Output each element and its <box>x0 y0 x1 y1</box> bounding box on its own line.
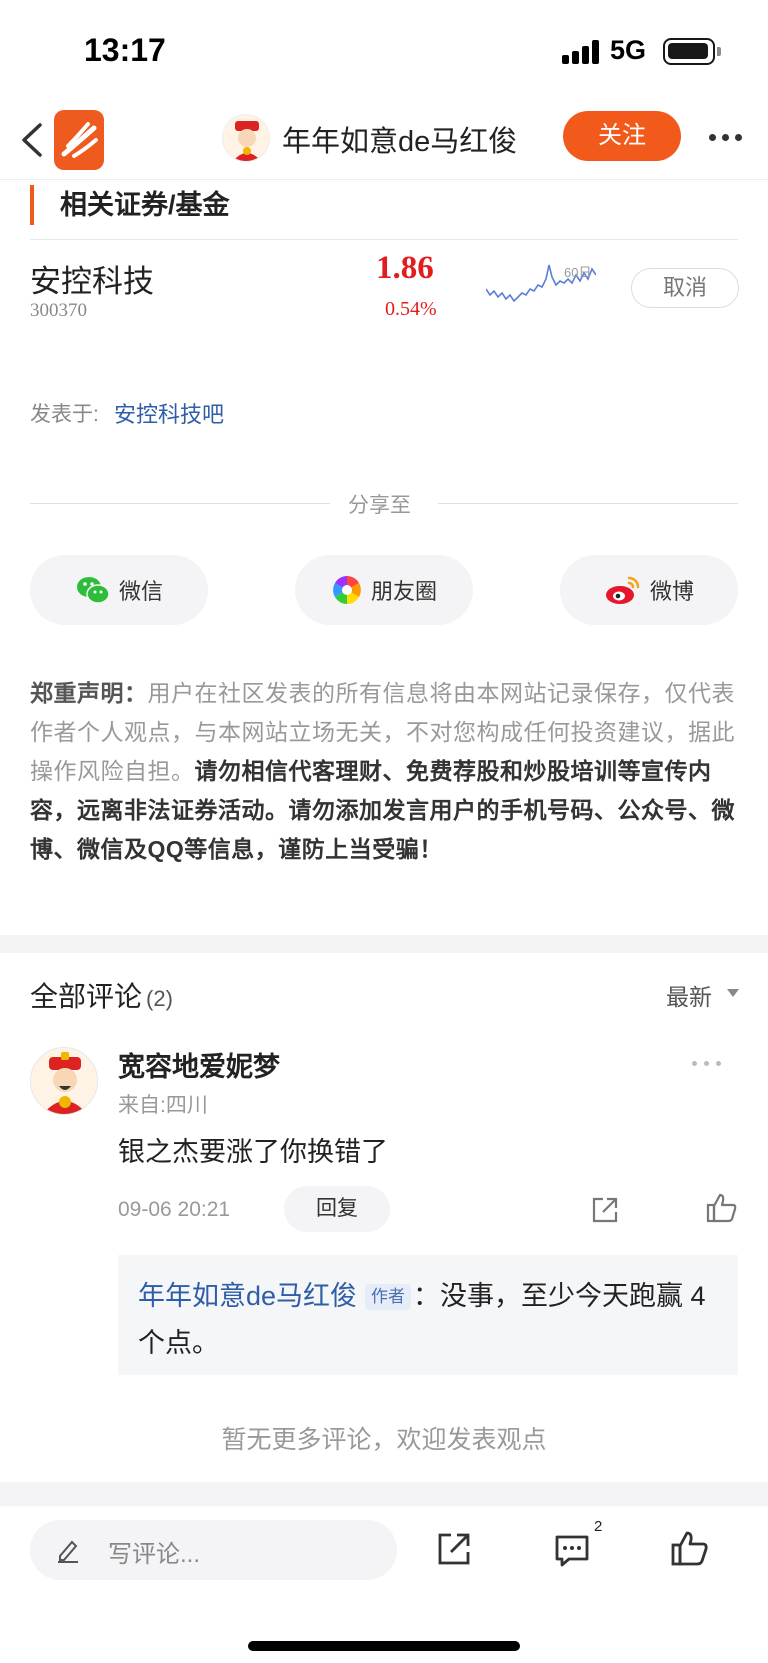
stock-code: 300370 <box>30 300 87 321</box>
nav-bar: 年年如意de马红俊 关注 <box>0 100 768 180</box>
forum-link[interactable]: 安控科技吧 <box>114 397 224 429</box>
comments-title-label: 全部评论 <box>30 981 143 1012</box>
comment-placeholder: 写评论... <box>108 1541 201 1568</box>
share-wechat-label: 微信 <box>118 579 163 604</box>
share-weibo-button[interactable]: 微博 <box>560 555 738 625</box>
sort-dropdown[interactable]: 最新 <box>666 978 712 1012</box>
section-separator <box>0 1482 768 1506</box>
divider <box>30 239 738 240</box>
author-reply: 年年如意de马红俊 作者 ：没事，至少今天跑赢 4 个点。 <box>118 1255 738 1375</box>
divider <box>30 503 330 504</box>
comment-more-icon[interactable] <box>692 1061 726 1067</box>
comments-count: (2) <box>146 986 173 1011</box>
status-bar: 13:17 5G <box>0 0 768 100</box>
commenter-name[interactable]: 宽容地爱妮梦 <box>118 1045 280 1084</box>
comment-input[interactable]: 写评论... <box>30 1520 397 1580</box>
reply-author-name[interactable]: 年年如意de马红俊 <box>138 1281 357 1311</box>
share-moments-button[interactable]: 朋友圈 <box>295 555 473 625</box>
stock-name[interactable]: 安控科技 <box>30 256 154 301</box>
battery-icon <box>663 38 721 65</box>
posted-label: 发表于: <box>30 403 99 426</box>
reply-separator: ： <box>413 1281 441 1311</box>
back-icon[interactable] <box>18 117 48 163</box>
thumbs-up-icon[interactable] <box>670 1528 710 1568</box>
home-indicator <box>248 1641 520 1651</box>
signal-icon <box>562 40 600 64</box>
cancel-follow-button[interactable]: 取消 <box>631 268 739 308</box>
comments-title: 全部评论 (2) <box>30 975 173 1015</box>
status-time: 13:17 <box>84 32 166 68</box>
share-title: 分享至 <box>348 494 411 517</box>
share-icon[interactable] <box>589 1194 621 1226</box>
pencil-icon <box>58 1540 78 1563</box>
stock-change: 0.54% <box>385 298 437 320</box>
related-heading: 相关证券/基金 <box>30 185 230 225</box>
share-wechat-button[interactable]: 微信 <box>30 555 208 625</box>
section-separator <box>0 935 768 953</box>
share-weibo-label: 微博 <box>649 579 694 604</box>
author-avatar[interactable] <box>222 114 270 162</box>
wechat-icon <box>76 577 110 604</box>
sparkline-label: 60日 <box>564 265 592 280</box>
bottom-toolbar: 写评论... 2 <box>0 1506 768 1663</box>
divider <box>438 503 738 504</box>
app-logo[interactable] <box>54 110 104 170</box>
caishen-avatar-icon <box>233 121 261 161</box>
follow-button[interactable]: 关注 <box>563 111 681 161</box>
commenter-location: 来自:四川 <box>118 1094 208 1117</box>
comment-count-badge: 2 <box>594 1518 603 1535</box>
comment-text: 银之杰要涨了你换错了 <box>118 1137 388 1167</box>
disclaimer: 郑重声明：用户在社区发表的所有信息将由本网站记录保存，仅代表作者个人观点，与本网… <box>30 674 738 869</box>
share-moments-label: 朋友圈 <box>370 579 437 604</box>
reply-button[interactable]: 回复 <box>284 1186 390 1232</box>
no-more-comments: 暂无更多评论，欢迎发表观点 <box>221 1426 547 1454</box>
network-label: 5G <box>610 35 647 65</box>
moments-icon <box>333 576 361 604</box>
weibo-icon <box>605 576 640 604</box>
comment-time: 09-06 20:21 <box>118 1198 231 1221</box>
share-icon[interactable] <box>435 1530 473 1568</box>
author-name[interactable]: 年年如意de马红俊 <box>282 118 517 160</box>
caishen-avatar-icon <box>43 1052 87 1114</box>
caret-down-icon[interactable] <box>727 989 739 997</box>
disclaimer-lead: 郑重声明： <box>30 680 148 706</box>
thumbs-up-icon[interactable] <box>705 1191 739 1225</box>
more-icon[interactable] <box>709 134 743 142</box>
stock-price: 1.86 <box>376 250 434 286</box>
author-badge: 作者 <box>365 1284 412 1310</box>
eastmoney-logo-icon <box>61 122 98 158</box>
comment-icon[interactable] <box>553 1532 591 1570</box>
commenter-avatar[interactable] <box>30 1047 98 1115</box>
